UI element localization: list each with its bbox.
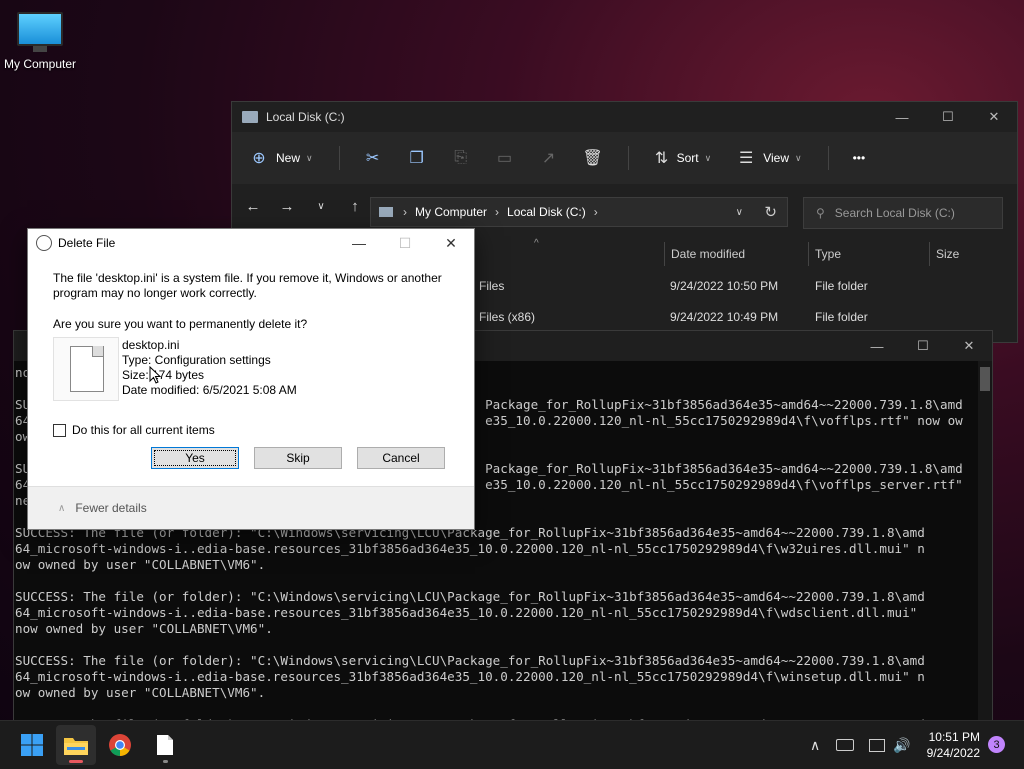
search-input[interactable]: ⚲ Search Local Disk (C:): [803, 197, 1003, 229]
view-button[interactable]: ☰ View ∨: [737, 149, 802, 167]
column-date-modified[interactable]: Date modified: [664, 242, 807, 266]
address-bar[interactable]: › My Computer › Local Disk (C:) › ∨ ↻: [370, 197, 788, 227]
desktop-icon-my-computer[interactable]: My Computer: [2, 8, 78, 78]
up-arrow-icon[interactable]: ↑: [338, 198, 372, 215]
rename-icon: ▭: [497, 150, 513, 167]
back-arrow-icon[interactable]: ←: [236, 198, 270, 215]
copy-button[interactable]: ❐: [408, 149, 426, 167]
mouse-cursor-icon: [149, 366, 161, 384]
list-item-date: 9/24/2022 10:50 PM: [670, 279, 779, 293]
taskbar: ∧ 🔊 10:51 PM 9/24/2022 3: [0, 720, 1024, 769]
cut-button[interactable]: ✂: [364, 149, 382, 167]
new-button[interactable]: ⊕ New ∨: [250, 149, 313, 167]
paste-icon: ⎘: [454, 149, 468, 166]
chevron-down-icon: ∨: [704, 152, 712, 163]
minimize-button[interactable]: —: [336, 229, 382, 257]
explorer-title: Local Disk (C:): [266, 110, 345, 124]
cancel-button[interactable]: Cancel: [357, 447, 445, 469]
paste-button[interactable]: ⎘: [452, 149, 470, 167]
forward-arrow-icon[interactable]: →: [270, 198, 304, 215]
minimize-button[interactable]: —: [854, 331, 900, 361]
windows-logo-icon: [21, 734, 43, 756]
scrollbar-thumb[interactable]: [980, 367, 990, 391]
chevron-up-icon: ∧: [810, 736, 821, 753]
folder-icon: [64, 738, 88, 755]
recent-locations-icon[interactable]: ∨: [304, 201, 338, 212]
close-button[interactable]: ✕: [946, 331, 992, 361]
start-button[interactable]: [12, 725, 52, 765]
computer-icon: [17, 12, 63, 46]
dialog-question: Are you sure you want to permanently del…: [53, 317, 308, 331]
scissors-icon: ✂: [365, 150, 380, 167]
delete-file-dialog: Delete File — ☐ ✕ The file 'desktop.ini'…: [27, 228, 475, 530]
share-icon: ↗: [541, 150, 556, 167]
sort-button[interactable]: ⇅ Sort ∨: [653, 149, 712, 167]
delete-button[interactable]: 🗑: [582, 149, 603, 167]
notification-badge[interactable]: 3: [988, 736, 1005, 753]
refresh-icon[interactable]: ↻: [764, 203, 777, 221]
dialog-message: The file 'desktop.ini' is a system file.…: [53, 271, 442, 300]
drive-icon: [242, 111, 258, 123]
file-explorer-taskbar-button[interactable]: [56, 725, 96, 765]
file-date: Date modified: 6/5/2021 5:08 AM: [122, 383, 297, 397]
sort-icon: ⇅: [654, 150, 669, 167]
list-item-date: 9/24/2022 10:49 PM: [670, 310, 779, 324]
copy-icon: ❐: [409, 150, 424, 167]
view-icon: ☰: [739, 150, 754, 167]
column-type[interactable]: Type: [808, 242, 929, 266]
maximize-button[interactable]: ☐: [900, 331, 946, 361]
document-icon: [157, 735, 173, 755]
apply-to-all-checkbox[interactable]: Do this for all current items: [53, 423, 215, 437]
explorer-toolbar: ⊕ New ∨ ✂ ❐ ⎘ ▭ ↗ 🗑 ⇅ Sort ∨ ☰ View ∨ ••…: [232, 132, 1017, 184]
breadcrumb-my-computer[interactable]: My Computer: [415, 205, 487, 219]
skip-button[interactable]: Skip: [254, 447, 342, 469]
clock-date: 9/24/2022: [926, 746, 980, 760]
dialog-title: Delete File: [58, 236, 116, 250]
list-item-name[interactable]: Files (x86): [479, 310, 535, 324]
fewer-details-toggle[interactable]: ∧ Fewer details: [28, 486, 474, 529]
desktop-icon-label: My Computer: [3, 57, 77, 71]
more-options-button[interactable]: •••: [853, 151, 866, 165]
maximize-button: ☐: [398, 234, 412, 251]
plus-icon: ⊕: [252, 150, 266, 167]
chrome-icon: [109, 734, 131, 756]
close-button[interactable]: ✕: [428, 229, 474, 257]
rename-button[interactable]: ▭: [496, 149, 514, 167]
list-item-name[interactable]: Files: [479, 279, 504, 293]
chevron-down-icon: ∨: [306, 152, 313, 163]
sort-ascending-icon: ^: [534, 238, 539, 249]
chrome-taskbar-button[interactable]: [100, 725, 140, 765]
console-scrollbar[interactable]: [978, 361, 992, 721]
clock-icon: [36, 235, 52, 251]
breadcrumb-local-disk[interactable]: Local Disk (C:): [507, 205, 586, 219]
minimize-button[interactable]: —: [879, 102, 925, 132]
yes-button[interactable]: Yes: [151, 447, 239, 469]
checkbox-icon: [53, 423, 66, 437]
file-name: desktop.ini: [122, 338, 180, 352]
network-icon[interactable]: [869, 721, 885, 769]
drive-icon: [379, 207, 393, 217]
system-clock[interactable]: 10:51 PM 9/24/2022: [927, 729, 980, 761]
list-item-type: File folder: [815, 279, 868, 293]
chevron-down-icon: ∨: [795, 152, 802, 163]
volume-icon[interactable]: 🔊: [893, 721, 910, 769]
keyboard-icon[interactable]: [836, 721, 854, 769]
chevron-down-icon[interactable]: ∨: [736, 207, 743, 218]
maximize-button[interactable]: ☐: [925, 102, 971, 132]
trash-icon: 🗑: [582, 150, 603, 167]
chevron-up-icon: ∧: [58, 502, 66, 514]
share-button[interactable]: ↗: [540, 149, 558, 167]
file-icon: [53, 337, 119, 401]
list-item-type: File folder: [815, 310, 868, 324]
clock-time: 10:51 PM: [928, 730, 980, 744]
close-button[interactable]: ✕: [971, 102, 1017, 132]
search-icon: ⚲: [816, 206, 825, 220]
show-hidden-icons-button[interactable]: ∧: [810, 721, 820, 769]
notepad-taskbar-button[interactable]: [145, 725, 185, 765]
column-size[interactable]: Size: [929, 242, 1006, 266]
